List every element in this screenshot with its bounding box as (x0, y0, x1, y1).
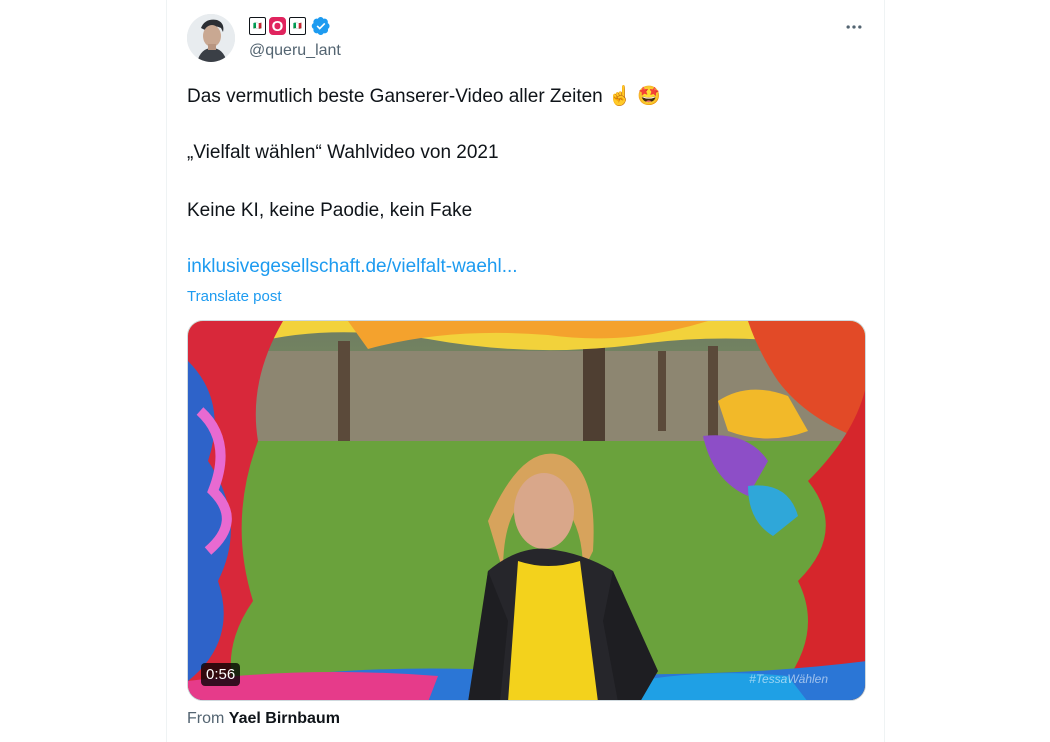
video-player[interactable]: #TessaWählen 0:56 (187, 320, 866, 701)
video-attribution: From Yael Birnbaum (187, 710, 340, 727)
pointing-up-emoji-icon: ☝️ (608, 86, 632, 107)
flag-emoji-icon: 🇮🇹 (289, 17, 306, 35)
video-duration-badge: 0:56 (201, 663, 241, 686)
video-watermark: #TessaWählen (749, 672, 828, 686)
more-horizontal-icon (846, 25, 862, 29)
verified-badge-icon (311, 17, 330, 35)
external-link[interactable]: inklusivegesellschaft.de/vielfalt-waehl.… (187, 256, 518, 277)
avatar[interactable] (187, 14, 235, 62)
translate-post-button[interactable]: Translate post (187, 288, 282, 305)
post-text-line-3: Keine KI, keine Paodie, kein Fake (187, 200, 473, 221)
display-name[interactable]: 🇮🇹 O 🇮🇹 (249, 15, 331, 37)
flag-emoji-icon: 🇮🇹 (249, 17, 266, 35)
post-link-line: inklusivegesellschaft.de/vielfalt-waehl.… (187, 256, 518, 278)
post[interactable]: 🇮🇹 O 🇮🇹 @queru_lant Das vermutlich beste… (167, 0, 884, 742)
more-options-button[interactable] (839, 14, 869, 40)
attribution-source-link[interactable]: Yael Birnbaum (229, 710, 340, 727)
post-text-line-2: „Vielfalt wählen“ Wahlvideo von 2021 (187, 142, 499, 163)
star-struck-emoji-icon: 🤩 (636, 86, 661, 107)
timeline-border-right (884, 0, 885, 742)
post-text-line-1: Das vermutlich beste Ganserer-Video alle… (187, 86, 661, 107)
author-handle[interactable]: @queru_lant (249, 42, 341, 60)
o-button-emoji-icon: O (269, 17, 286, 35)
video-thumbnail: #TessaWählen (188, 321, 865, 700)
